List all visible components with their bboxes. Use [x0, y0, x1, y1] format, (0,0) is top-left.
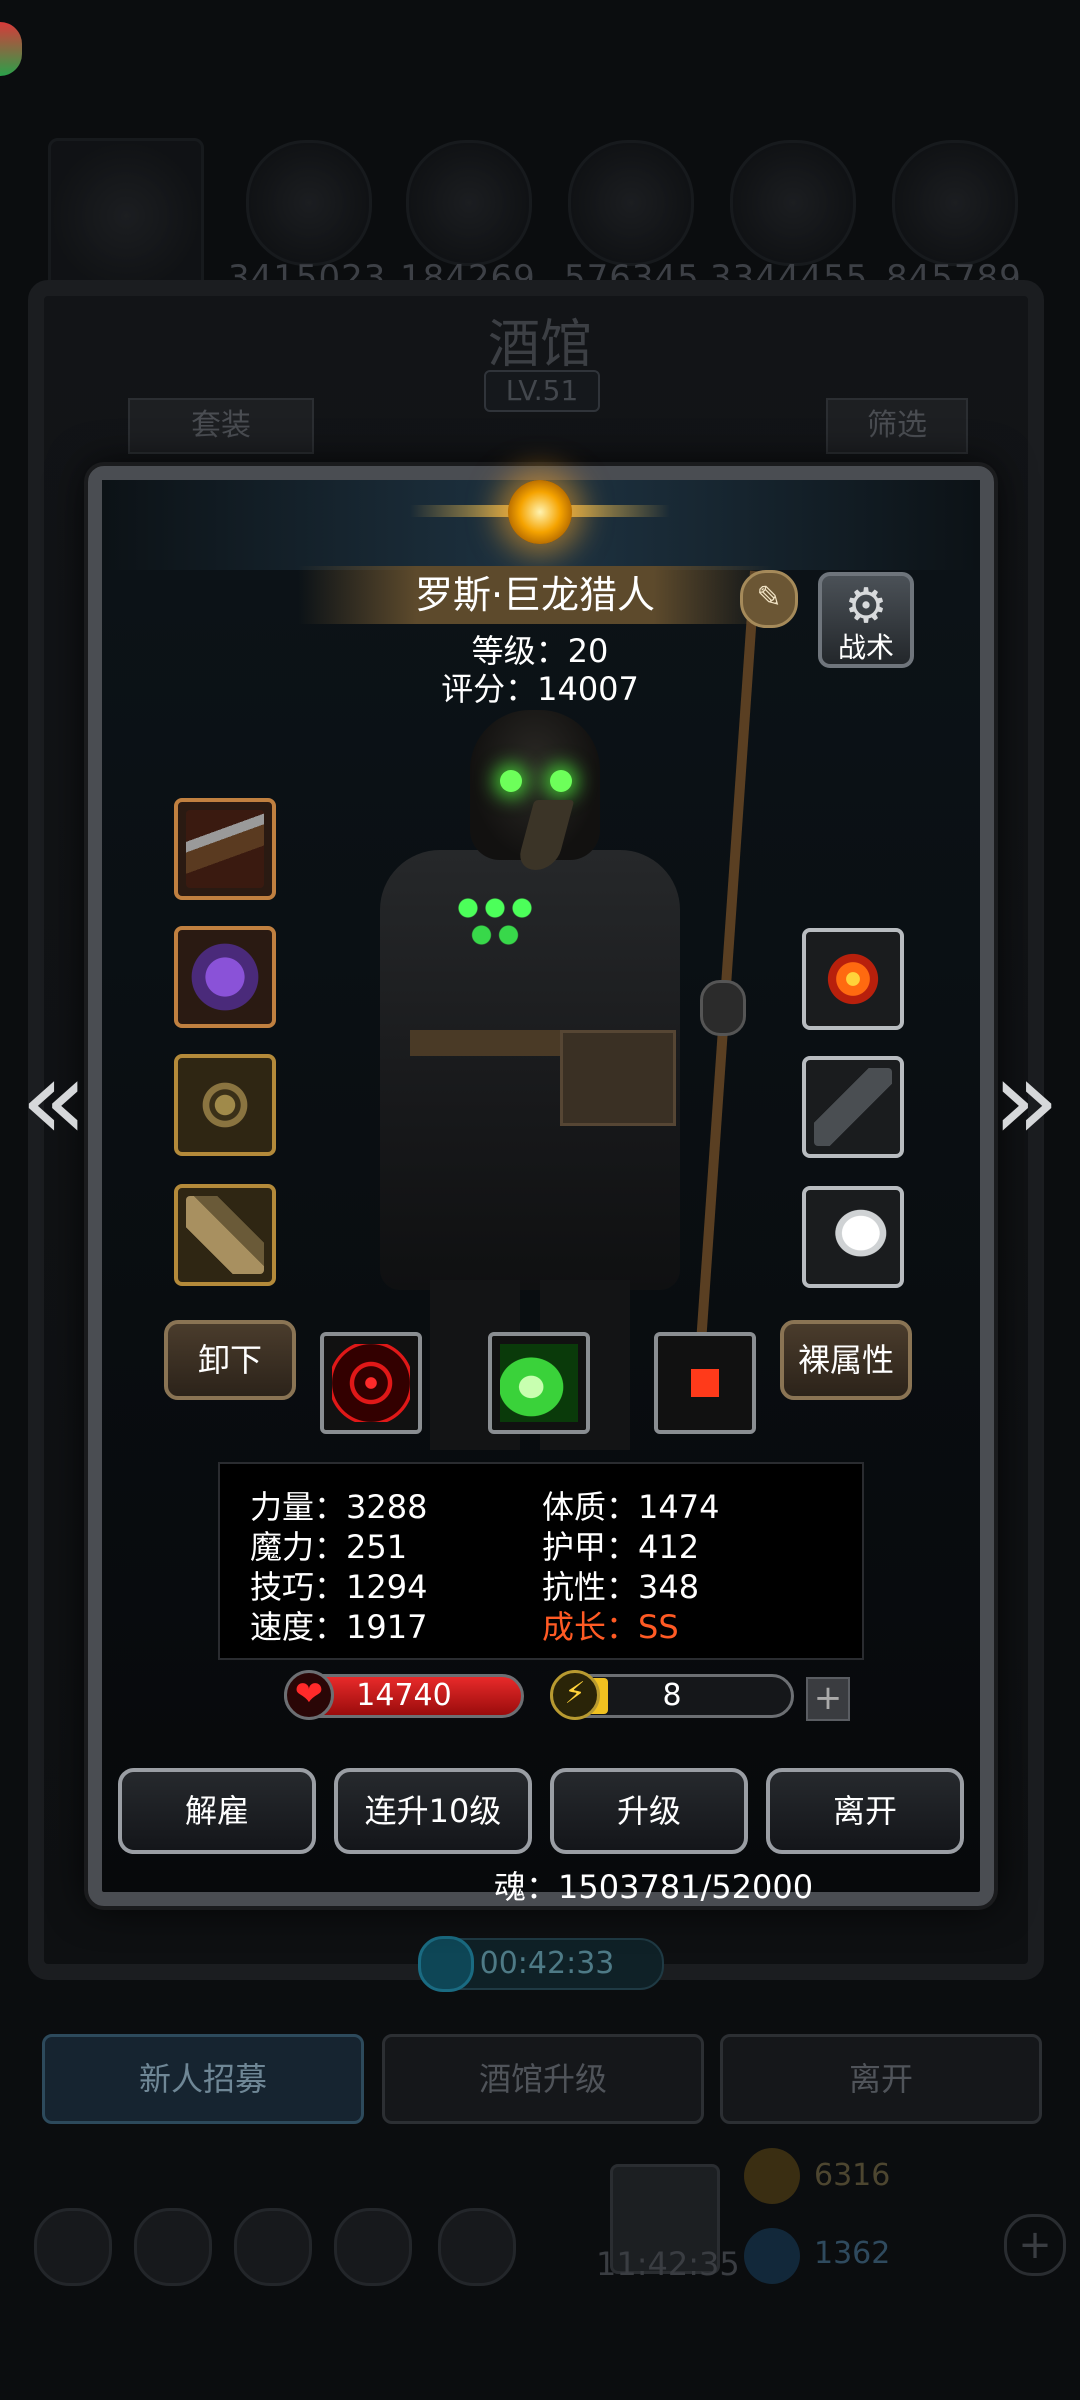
hero-lantern — [700, 980, 746, 1036]
tavern-title: 酒馆 — [487, 315, 592, 375]
resource-icon — [892, 140, 1018, 266]
dismiss-button[interactable]: 解雇 — [118, 1768, 316, 1854]
base-attributes-button[interactable]: 裸属性 — [780, 1320, 912, 1400]
accessory-slot-wing[interactable] — [802, 1186, 904, 1288]
next-hero-arrow-icon[interactable]: » — [986, 1040, 1066, 1160]
hero-name: 罗斯·巨龙猎人 — [414, 573, 656, 617]
menu-icon[interactable] — [34, 2208, 112, 2286]
gem-amount: 1362 — [814, 2236, 891, 2271]
gauntlet-icon — [186, 1196, 264, 1274]
resource-icon — [406, 140, 532, 266]
skill-slot-3[interactable] — [654, 1332, 756, 1434]
amulet-slot[interactable] — [174, 1054, 276, 1156]
resource-icon — [730, 140, 856, 266]
musket-icon — [186, 810, 264, 888]
leave-tab[interactable]: 离开 — [720, 2034, 1042, 2124]
gold-currency-icon — [744, 2148, 800, 2204]
menu-icon[interactable] — [438, 2208, 516, 2286]
resource-icon — [246, 140, 372, 266]
floating-indicator-icon[interactable] — [0, 22, 22, 76]
hero-gems — [450, 890, 540, 950]
timer-icon — [418, 1936, 474, 1992]
leave-button[interactable]: 离开 — [766, 1768, 964, 1854]
wing-icon — [814, 1198, 892, 1276]
menu-icon[interactable] — [134, 2208, 212, 2286]
weapon-slot[interactable] — [174, 798, 276, 900]
hero-eye — [550, 770, 572, 792]
clock: 11:42:35 — [596, 2245, 740, 2283]
add-energy-button[interactable]: + — [806, 1677, 850, 1721]
hero-satchel — [560, 1030, 676, 1126]
hero-score: 评分：14007 — [441, 670, 639, 708]
accessory-slot-claw[interactable] — [802, 1056, 904, 1158]
gem-currency-icon — [744, 2228, 800, 2284]
stat-growth: 成长：SS — [542, 1608, 679, 1646]
glove-slot[interactable] — [174, 1184, 276, 1286]
claw-icon — [814, 1068, 892, 1146]
poison-skill-icon — [500, 1344, 578, 1422]
edit-icon: ✎ — [756, 580, 782, 615]
lightning-icon: ⚡ — [550, 1670, 600, 1720]
armor-slot[interactable] — [174, 926, 276, 1028]
unequip-button[interactable]: 卸下 — [164, 1320, 296, 1400]
hero-eye — [500, 770, 522, 792]
tavern-upgrade-tab[interactable]: 酒馆升级 — [382, 2034, 704, 2124]
level-up-10-button[interactable]: 连升10级 — [334, 1768, 532, 1854]
prev-hero-arrow-icon[interactable]: « — [14, 1040, 94, 1160]
recruit-tab[interactable]: 新人招募 — [42, 2034, 364, 2124]
emblem-icon — [508, 480, 572, 544]
compass-amulet-icon — [186, 1066, 264, 1144]
fire-orb-icon — [814, 940, 892, 1018]
heal-cross-skill-icon — [666, 1344, 744, 1422]
accessory-slot-fire[interactable] — [802, 928, 904, 1030]
tavern-level-badge: LV.51 — [484, 370, 600, 412]
tab-set[interactable]: 套装 — [128, 398, 314, 454]
menu-icon[interactable] — [234, 2208, 312, 2286]
rename-button[interactable]: ✎ — [740, 570, 798, 628]
level-up-button[interactable]: 升级 — [550, 1768, 748, 1854]
gold-amount: 6316 — [814, 2158, 891, 2193]
soul-counter: 魂：1503781/52000 — [494, 1868, 814, 1906]
menu-icon[interactable] — [334, 2208, 412, 2286]
stat-speed: 速度：1917 — [250, 1608, 428, 1646]
target-skill-icon — [332, 1344, 410, 1422]
skill-slot-2[interactable] — [488, 1332, 590, 1434]
skill-slot-1[interactable] — [320, 1332, 422, 1434]
purple-armor-icon — [186, 938, 264, 1016]
tab-filter[interactable]: 筛选 — [826, 398, 968, 454]
heart-icon: ❤ — [284, 1670, 334, 1720]
add-currency-button[interactable]: + — [1004, 2214, 1066, 2276]
inventory-slot-icon — [48, 138, 204, 294]
resource-icon — [568, 140, 694, 266]
